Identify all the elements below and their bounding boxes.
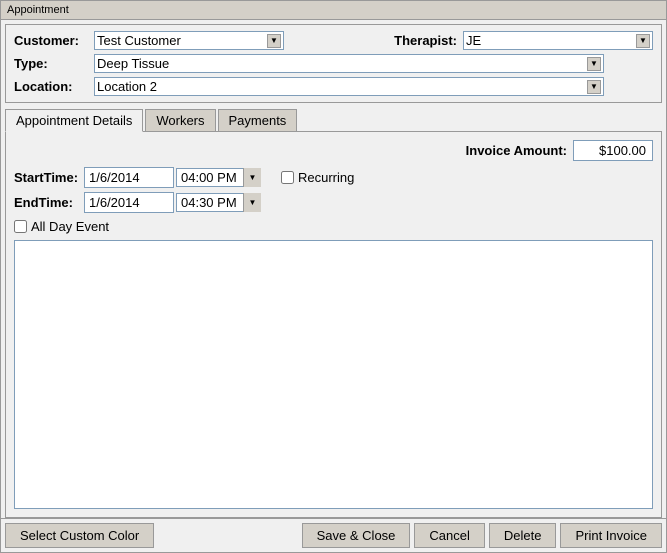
recurring-checkbox[interactable] <box>281 171 294 184</box>
print-invoice-button[interactable]: Print Invoice <box>560 523 662 548</box>
recurring-checkbox-wrapper[interactable]: Recurring <box>281 170 354 185</box>
cancel-button[interactable]: Cancel <box>414 523 484 548</box>
therapist-select[interactable]: JE <box>466 33 650 48</box>
tabs-container: Appointment Details Workers Payments Inv… <box>5 109 662 518</box>
start-time-select-wrapper[interactable]: 04:00 PM ▼ <box>176 168 261 187</box>
customer-select-wrapper[interactable]: Test Customer ▼ <box>94 31 284 50</box>
location-label: Location: <box>14 79 94 94</box>
start-time-label: StartTime: <box>14 170 84 185</box>
all-day-row: All Day Event <box>14 219 653 234</box>
tab-workers[interactable]: Workers <box>145 109 215 131</box>
start-time-row: StartTime: 04:00 PM ▼ Recurring <box>14 167 653 188</box>
notes-textarea[interactable] <box>14 240 653 509</box>
invoice-amount-input[interactable] <box>573 140 653 161</box>
end-time-select-wrapper[interactable]: 04:30 PM ▼ <box>176 193 261 212</box>
customer-therapist-row: Customer: Test Customer ▼ Therapist: JE … <box>14 31 653 50</box>
location-select-wrapper[interactable]: Location 2 ▼ <box>94 77 604 96</box>
end-time-label: EndTime: <box>14 195 84 210</box>
end-time-select[interactable]: 04:30 PM <box>176 193 261 212</box>
bottom-bar: Select Custom Color Save & Close Cancel … <box>1 518 666 552</box>
type-select[interactable]: Deep Tissue <box>97 56 601 71</box>
therapist-label: Therapist: <box>383 33 463 48</box>
recurring-wrapper: Recurring <box>281 170 354 185</box>
select-custom-color-button[interactable]: Select Custom Color <box>5 523 154 548</box>
tab-appointment-details[interactable]: Appointment Details <box>5 109 143 132</box>
delete-button[interactable]: Delete <box>489 523 557 548</box>
tab-content-appointment-details: Invoice Amount: StartTime: 04:00 PM ▼ Re… <box>5 131 662 518</box>
therapist-select-wrapper[interactable]: JE ▼ <box>463 31 653 50</box>
recurring-label: Recurring <box>298 170 354 185</box>
window-title-text: Appointment <box>7 4 69 16</box>
all-day-checkbox[interactable] <box>14 220 27 233</box>
end-date-input[interactable] <box>84 192 174 213</box>
start-time-select[interactable]: 04:00 PM <box>176 168 261 187</box>
invoice-amount-label: Invoice Amount: <box>466 143 567 158</box>
location-select[interactable]: Location 2 <box>97 79 601 94</box>
all-day-label: All Day Event <box>31 219 109 234</box>
type-select-wrapper[interactable]: Deep Tissue ▼ <box>94 54 604 73</box>
form-section: Customer: Test Customer ▼ Therapist: JE … <box>5 24 662 103</box>
end-time-row: EndTime: 04:30 PM ▼ <box>14 192 653 213</box>
tab-payments[interactable]: Payments <box>218 109 298 131</box>
invoice-amount-row: Invoice Amount: <box>14 140 653 161</box>
start-date-input[interactable] <box>84 167 174 188</box>
customer-label: Customer: <box>14 33 94 48</box>
window-title-bar: Appointment <box>1 1 666 20</box>
appointment-window: Appointment Customer: Test Customer ▼ Th… <box>0 0 667 553</box>
save-close-button[interactable]: Save & Close <box>302 523 411 548</box>
customer-select[interactable]: Test Customer <box>97 33 281 48</box>
type-row: Type: Deep Tissue ▼ <box>14 54 653 73</box>
all-day-checkbox-wrapper[interactable]: All Day Event <box>14 219 109 234</box>
location-row: Location: Location 2 ▼ <box>14 77 653 96</box>
type-label: Type: <box>14 56 94 71</box>
tab-bar: Appointment Details Workers Payments <box>5 109 662 131</box>
